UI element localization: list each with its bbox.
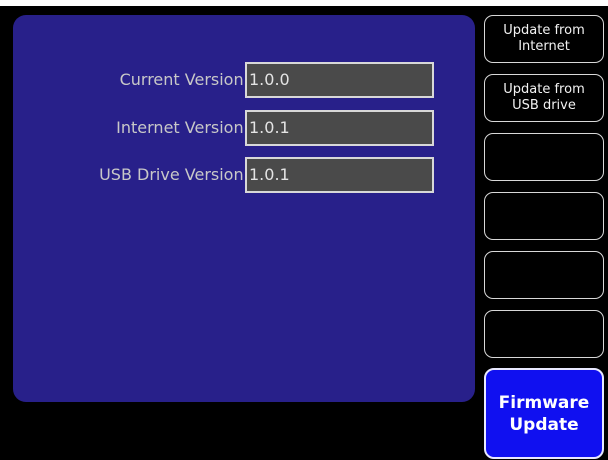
current-version-row: Current Version: 1.0.0	[13, 62, 445, 98]
current-version-field: 1.0.0	[245, 62, 434, 98]
version-info-panel: Current Version: 1.0.0 Internet Version:…	[13, 15, 475, 402]
internet-version-row: Internet Version: 1.0.1	[13, 110, 445, 146]
internet-version-label: Internet Version:	[116, 118, 249, 137]
usb-drive-version-row: USB Drive Version: 1.0.1	[13, 157, 445, 193]
softkey-3-button[interactable]	[484, 133, 604, 181]
update-from-internet-button[interactable]: Update from Internet	[484, 15, 604, 63]
softkey-5-button[interactable]	[484, 251, 604, 299]
firmware-update-tab-button[interactable]: Firmware Update	[484, 368, 604, 459]
usb-drive-version-field: 1.0.1	[245, 157, 434, 193]
softkey-4-button[interactable]	[484, 192, 604, 240]
usb-drive-version-label: USB Drive Version:	[99, 165, 249, 184]
internet-version-field: 1.0.1	[245, 110, 434, 146]
top-border-line	[0, 0, 608, 6]
update-from-usb-button[interactable]: Update from USB drive	[484, 74, 604, 122]
softkey-6-button[interactable]	[484, 310, 604, 358]
current-version-label: Current Version:	[119, 70, 249, 89]
